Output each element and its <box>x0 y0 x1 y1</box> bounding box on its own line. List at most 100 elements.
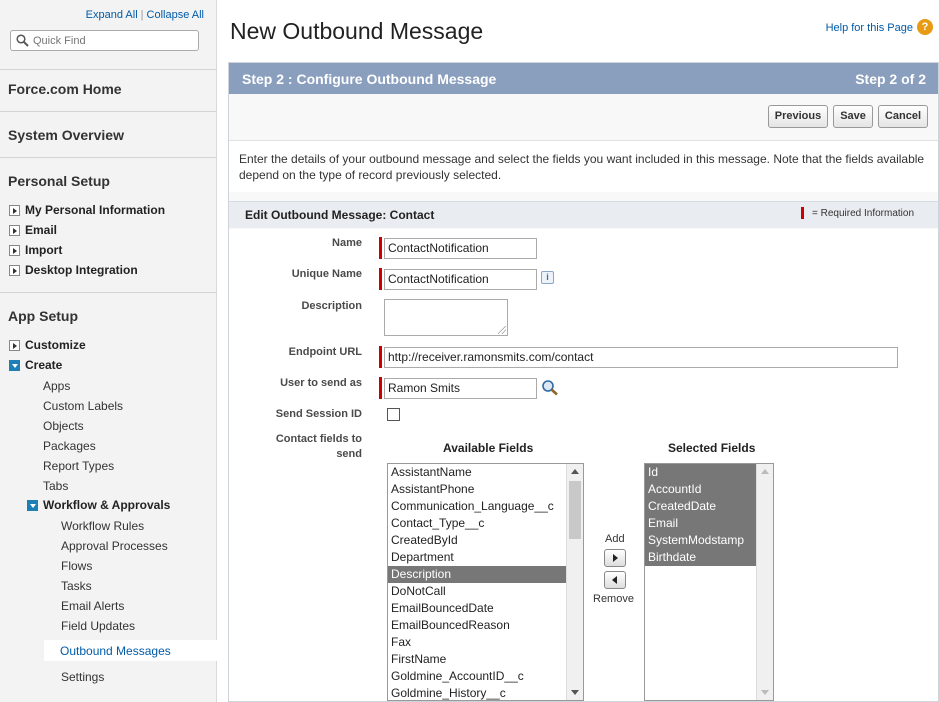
sidebar-item-report-types[interactable]: Report Types <box>43 459 114 473</box>
expand-all-link[interactable]: Expand All <box>86 9 138 21</box>
sidebar-item-workflow-approvals[interactable]: Workflow & Approvals <box>27 498 170 512</box>
sidebar-item-label: Desktop Integration <box>25 263 138 277</box>
sidebar-item-import[interactable]: Import <box>9 243 62 257</box>
sidebar-item-tabs[interactable]: Tabs <box>43 479 68 493</box>
available-option[interactable]: Goldmine_History__c <box>388 685 583 700</box>
lookup-icon[interactable] <box>541 379 559 396</box>
sidebar-item-label: Workflow & Approvals <box>43 498 171 512</box>
scroll-up-icon[interactable] <box>571 469 579 474</box>
selected-fields-title: Selected Fields <box>668 441 756 455</box>
scrollbar[interactable] <box>756 464 773 700</box>
available-option[interactable]: AssistantPhone <box>388 481 583 498</box>
help-link[interactable]: Help for this Page <box>826 22 913 34</box>
sidebar-item-flows[interactable]: Flows <box>61 559 92 573</box>
available-option[interactable]: FirstName <box>388 651 583 668</box>
expand-triangle-icon[interactable] <box>9 204 20 216</box>
expand-triangle-icon[interactable] <box>9 264 20 276</box>
remove-arrow-button[interactable] <box>604 571 626 589</box>
help-icon[interactable]: ? <box>917 19 933 35</box>
sidebar-item-outbound-messages[interactable]: Outbound Messages <box>44 640 217 661</box>
divider <box>0 292 217 293</box>
sidebar-item-create[interactable]: Create <box>9 358 62 372</box>
required-info-text: = Required Information <box>812 208 915 219</box>
resize-grip-icon[interactable] <box>498 326 506 334</box>
selected-option[interactable]: Id <box>645 464 773 481</box>
sidebar-item-my-personal-information[interactable]: My Personal Information <box>9 203 165 217</box>
name-label: Name <box>332 237 362 249</box>
selected-option[interactable]: Email <box>645 515 773 532</box>
sidebar-item-objects[interactable]: Objects <box>43 419 84 433</box>
scroll-down-icon[interactable] <box>571 690 579 695</box>
collapse-triangle-icon[interactable] <box>27 499 38 511</box>
previous-button[interactable]: Previous <box>767 105 829 128</box>
sidebar-item-tasks[interactable]: Tasks <box>61 579 92 593</box>
cancel-button[interactable]: Cancel <box>877 105 928 128</box>
scroll-down-icon[interactable] <box>761 690 769 695</box>
available-option[interactable]: Department <box>388 549 583 566</box>
scrollbar[interactable] <box>566 464 583 700</box>
available-option[interactable]: Goldmine_AccountID__c <box>388 668 583 685</box>
label-line: send <box>336 448 362 460</box>
selected-fields-listbox[interactable]: Id AccountId CreatedDate Email SystemModstam… <box>644 463 774 701</box>
send-session-id-checkbox[interactable] <box>387 408 400 421</box>
scroll-up-icon[interactable] <box>761 469 769 474</box>
description-textarea[interactable] <box>384 299 508 336</box>
available-fields-title: Available Fields <box>443 441 534 455</box>
force-home-link[interactable]: Force.com Home <box>8 81 122 97</box>
available-option[interactable]: DoNotCall <box>388 583 583 600</box>
sidebar-item-workflow-rules[interactable]: Workflow Rules <box>61 519 144 533</box>
sidebar-item-desktop-integration[interactable]: Desktop Integration <box>9 263 138 277</box>
available-fields-listbox[interactable]: AssistantName AssistantPhone Communication… <box>387 463 584 701</box>
add-arrow-button[interactable] <box>604 549 626 567</box>
send-session-id-label: Send Session ID <box>275 408 362 420</box>
unique-name-field[interactable]: ContactNotification <box>384 269 537 290</box>
expand-triangle-icon[interactable] <box>9 244 20 256</box>
required-marker <box>379 377 382 399</box>
selected-option[interactable]: CreatedDate <box>645 498 773 515</box>
label-line: Contact fields to <box>275 433 362 445</box>
available-option[interactable]: Description <box>388 566 583 583</box>
available-option[interactable]: CreatedById <box>388 532 583 549</box>
sidebar-item-customize[interactable]: Customize <box>9 338 86 352</box>
quick-find-input[interactable] <box>33 33 193 48</box>
unique-name-label: Unique Name <box>291 268 362 280</box>
available-option[interactable]: EmailBouncedReason <box>388 617 583 634</box>
sidebar-item-label: Outbound Messages <box>60 644 171 658</box>
endpoint-url-label: Endpoint URL <box>288 346 362 358</box>
available-option[interactable]: Contact_Type__c <box>388 515 583 532</box>
available-option[interactable]: AssistantName <box>388 464 583 481</box>
sidebar-item-custom-labels[interactable]: Custom Labels <box>43 399 123 413</box>
add-label: Add <box>605 533 625 545</box>
info-icon[interactable]: i <box>541 271 554 284</box>
available-option[interactable]: Communication_Language__c <box>388 498 583 515</box>
section-header: Edit Outbound Message: Contact = Require… <box>229 201 938 228</box>
sidebar-item-settings[interactable]: Settings <box>61 670 104 684</box>
expand-collapse-row: Expand All | Collapse All <box>86 9 204 21</box>
system-overview-link[interactable]: System Overview <box>8 127 124 143</box>
sidebar-item-apps[interactable]: Apps <box>43 379 70 393</box>
user-to-send-as-field[interactable]: Ramon Smits <box>384 378 537 399</box>
available-option[interactable]: Fax <box>388 634 583 651</box>
save-button[interactable]: Save <box>833 105 873 128</box>
selected-option[interactable]: SystemModstamp <box>645 532 773 549</box>
sidebar-item-field-updates[interactable]: Field Updates <box>61 619 135 633</box>
sidebar-item-approval-processes[interactable]: Approval Processes <box>61 539 168 553</box>
quick-find-box[interactable] <box>10 30 199 51</box>
divider <box>0 69 217 70</box>
sidebar-item-packages[interactable]: Packages <box>43 439 96 453</box>
collapse-all-link[interactable]: Collapse All <box>147 9 204 21</box>
sidebar-item-email[interactable]: Email <box>9 223 57 237</box>
step-title: Step 2 : Configure Outbound Message <box>242 71 497 87</box>
available-option[interactable]: EmailBouncedDate <box>388 600 583 617</box>
selected-option[interactable]: Birthdate <box>645 549 773 566</box>
sidebar-item-email-alerts[interactable]: Email Alerts <box>61 599 124 613</box>
name-field[interactable]: ContactNotification <box>384 238 537 259</box>
expand-triangle-icon[interactable] <box>9 339 20 351</box>
scroll-thumb[interactable] <box>569 481 581 539</box>
required-marker <box>379 237 382 259</box>
endpoint-url-field[interactable]: http://receiver.ramonsmits.com/contact <box>384 347 898 368</box>
collapse-triangle-icon[interactable] <box>9 359 20 371</box>
selected-option[interactable]: AccountId <box>645 481 773 498</box>
wizard-panel: Step 2 : Configure Outbound Message Step… <box>228 62 939 702</box>
expand-triangle-icon[interactable] <box>9 224 20 236</box>
